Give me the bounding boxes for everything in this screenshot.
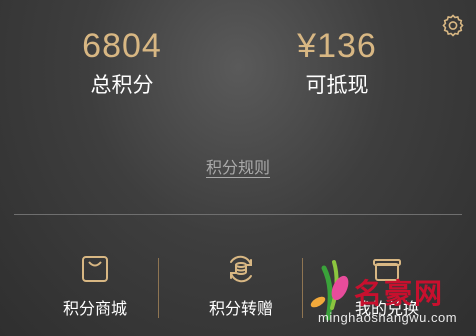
cashable-value: ¥136 (297, 27, 377, 65)
total-points-label: 总积分 (90, 73, 154, 97)
watermark: 名豪网 minghaoshangwu.com (302, 252, 476, 336)
gear-icon (442, 14, 464, 37)
cashable-stat: ¥136 可抵现 (237, 26, 437, 99)
menu-separator (158, 258, 159, 318)
menu-item-points-transfer[interactable]: 积分转赠 (166, 252, 316, 320)
menu-item-label: 积分转赠 (208, 299, 273, 318)
coins-transfer-icon (230, 255, 252, 283)
divider (14, 214, 462, 215)
shopping-bag-icon (82, 256, 108, 282)
watermark-url: minghaoshangwu.com (318, 310, 458, 325)
menu-item-points-mall[interactable]: 积分商城 (20, 252, 170, 320)
cashable-label: 可抵现 (305, 73, 369, 97)
points-rules-link[interactable]: 积分规则 (206, 158, 270, 177)
watermark-title: 名豪网 (354, 277, 445, 310)
total-points-value: 6804 (82, 27, 162, 65)
settings-button[interactable] (440, 12, 466, 38)
total-points-stat: 6804 总积分 (22, 26, 222, 99)
menu-item-label: 积分商城 (62, 299, 127, 318)
rules-link-wrap: 积分规则 (0, 154, 476, 178)
